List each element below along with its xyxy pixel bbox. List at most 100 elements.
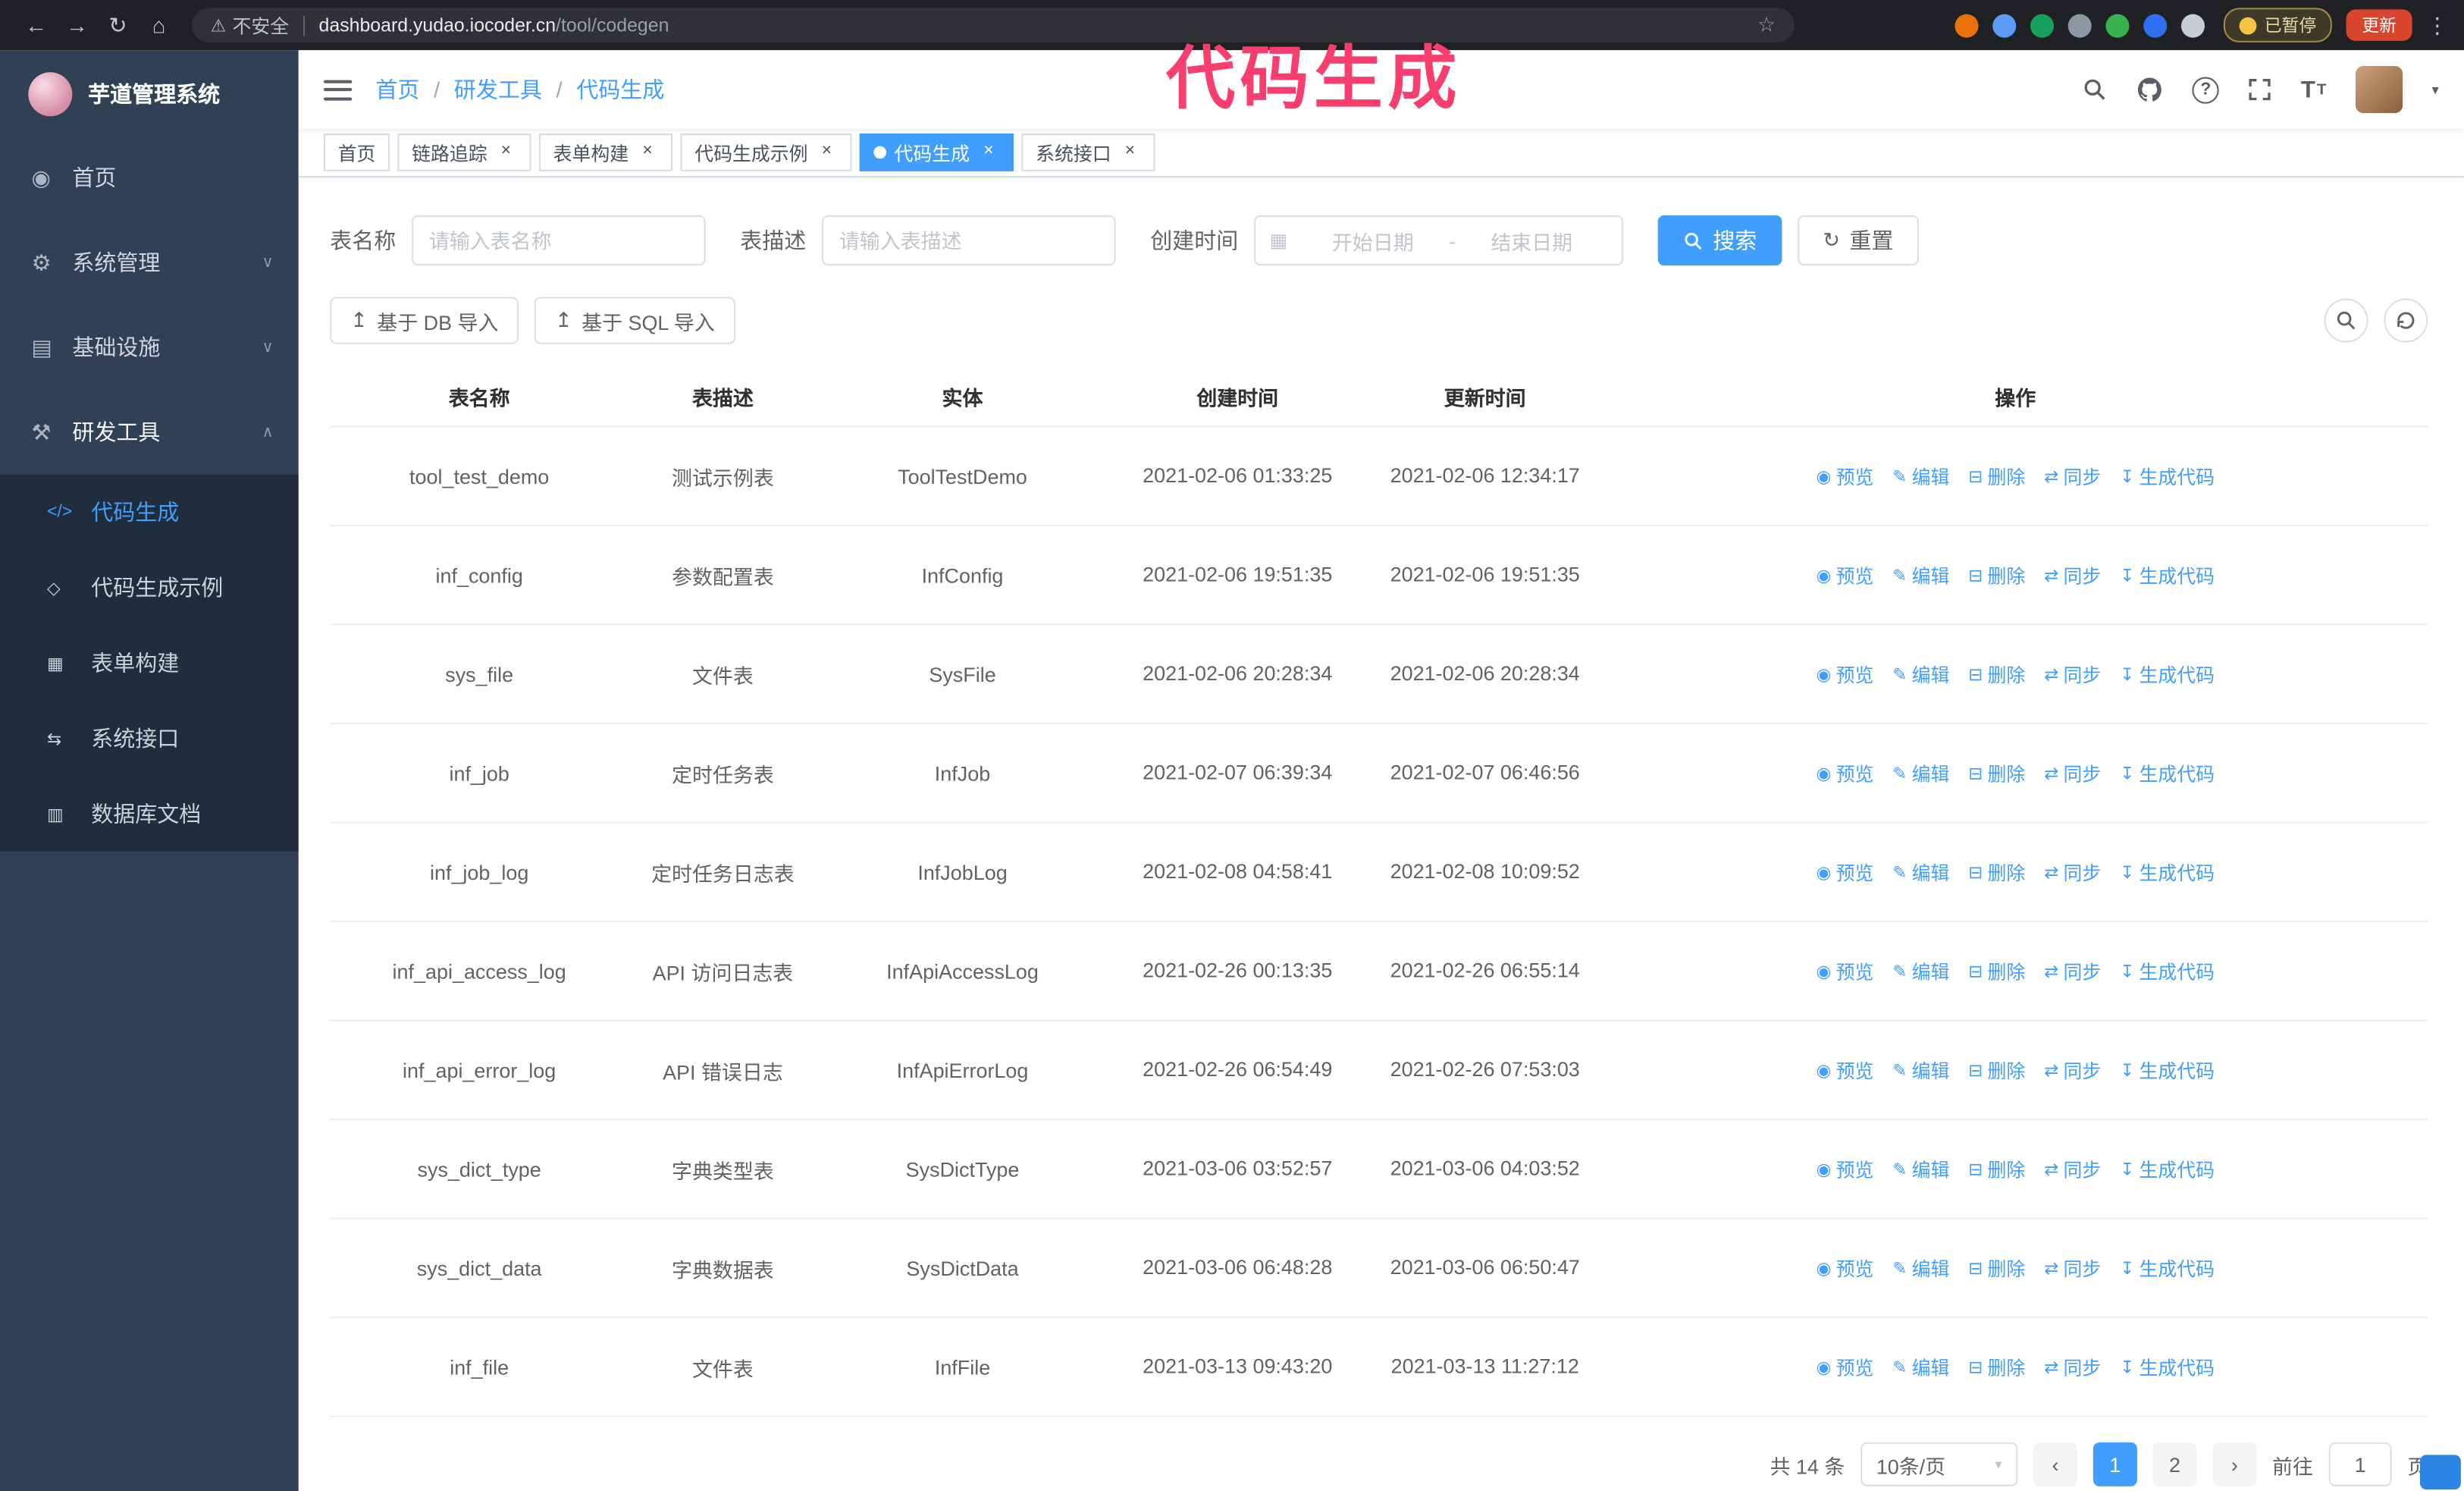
- tab-close-icon[interactable]: ×: [495, 141, 517, 163]
- edit-link[interactable]: ✎ 编辑: [1892, 1354, 1949, 1380]
- delete-link[interactable]: ⊟ 删除: [1968, 1354, 2025, 1380]
- edit-link[interactable]: ✎ 编辑: [1892, 1156, 1949, 1182]
- delete-link[interactable]: ⊟ 删除: [1968, 760, 2025, 786]
- generate-code-link[interactable]: ↧ 生成代码: [2120, 1156, 2215, 1182]
- sidebar-item-infrastructure[interactable]: ▤ 基础设施 ∨: [0, 305, 299, 390]
- browser-update-button[interactable]: 更新: [2346, 9, 2412, 41]
- generate-code-link[interactable]: ↧ 生成代码: [2120, 1056, 2215, 1083]
- edit-link[interactable]: ✎ 编辑: [1892, 859, 1949, 885]
- page-button-1[interactable]: 1: [2093, 1442, 2137, 1486]
- browser-menu-icon[interactable]: ⋮: [2426, 12, 2448, 39]
- breadcrumb-home[interactable]: 首页: [375, 74, 419, 105]
- extension-icon-7[interactable]: [2180, 13, 2205, 37]
- generate-code-link[interactable]: ↧ 生成代码: [2120, 661, 2215, 687]
- help-icon[interactable]: ?: [2192, 76, 2220, 103]
- page-button-2[interactable]: 2: [2152, 1442, 2197, 1486]
- edit-link[interactable]: ✎ 编辑: [1892, 958, 1949, 984]
- sidebar-subitem-system-api[interactable]: ⇆ 系统接口: [0, 701, 299, 776]
- preview-link[interactable]: ◉ 预览: [1816, 958, 1873, 984]
- preview-link[interactable]: ◉ 预览: [1816, 463, 1873, 489]
- preview-link[interactable]: ◉ 预览: [1816, 1254, 1873, 1281]
- sync-link[interactable]: ⇄ 同步: [2044, 661, 2101, 687]
- edit-link[interactable]: ✎ 编辑: [1892, 562, 1949, 589]
- delete-link[interactable]: ⊟ 删除: [1968, 661, 2025, 687]
- generate-code-link[interactable]: ↧ 生成代码: [2120, 1254, 2215, 1281]
- sync-link[interactable]: ⇄ 同步: [2044, 1056, 2101, 1083]
- delete-link[interactable]: ⊟ 删除: [1968, 958, 2025, 984]
- sidebar-collapse-icon[interactable]: [323, 79, 353, 100]
- tab-tracing[interactable]: 链路追踪 ×: [397, 133, 531, 171]
- bookmark-star-icon[interactable]: ☆: [1757, 13, 1776, 38]
- app-logo[interactable]: 芋道管理系统: [0, 50, 299, 135]
- back-icon[interactable]: ←: [16, 13, 57, 38]
- delete-link[interactable]: ⊟ 删除: [1968, 1056, 2025, 1083]
- delete-link[interactable]: ⊟ 删除: [1968, 463, 2025, 489]
- sync-link[interactable]: ⇄ 同步: [2044, 859, 2101, 885]
- sync-link[interactable]: ⇄ 同步: [2044, 562, 2101, 589]
- delete-link[interactable]: ⊟ 删除: [1968, 1156, 2025, 1182]
- tab-close-icon[interactable]: ×: [977, 141, 999, 163]
- edit-link[interactable]: ✎ 编辑: [1892, 1056, 1949, 1083]
- tab-codegen-example[interactable]: 代码生成示例 ×: [680, 133, 852, 171]
- import-db-button[interactable]: ↥ 基于 DB 导入: [330, 297, 519, 344]
- user-avatar[interactable]: [2356, 66, 2404, 114]
- sync-link[interactable]: ⇄ 同步: [2044, 760, 2101, 786]
- toggle-search-button[interactable]: [2324, 298, 2368, 343]
- next-page-button[interactable]: ›: [2212, 1442, 2257, 1486]
- table-name-input[interactable]: [412, 215, 706, 266]
- sidebar-subitem-db-doc[interactable]: ▥ 数据库文档: [0, 776, 299, 851]
- delete-link[interactable]: ⊟ 删除: [1968, 1254, 2025, 1281]
- sidebar-subitem-codegen-example[interactable]: ◇ 代码生成示例: [0, 550, 299, 625]
- floating-widget-button[interactable]: [2419, 1455, 2461, 1489]
- search-button[interactable]: 搜索: [1657, 215, 1782, 266]
- extension-icon-2[interactable]: [1992, 13, 2017, 37]
- extension-icon-1[interactable]: [1955, 13, 1979, 37]
- page-size-select[interactable]: 10条/页 ▾: [1861, 1442, 2018, 1486]
- table-desc-input[interactable]: [822, 215, 1116, 266]
- preview-link[interactable]: ◉ 预览: [1816, 1354, 1873, 1380]
- reload-icon[interactable]: ↻: [98, 12, 139, 39]
- fullscreen-icon[interactable]: [2247, 77, 2272, 102]
- sync-link[interactable]: ⇄ 同步: [2044, 1156, 2101, 1182]
- edit-link[interactable]: ✎ 编辑: [1892, 661, 1949, 687]
- edit-link[interactable]: ✎ 编辑: [1892, 463, 1949, 489]
- tab-close-icon[interactable]: ×: [1119, 141, 1141, 163]
- sidebar-subitem-codegen[interactable]: </> 代码生成: [0, 475, 299, 550]
- forward-icon[interactable]: →: [57, 13, 98, 38]
- prev-page-button[interactable]: ‹: [2033, 1442, 2078, 1486]
- goto-page-input[interactable]: [2328, 1442, 2392, 1486]
- preview-link[interactable]: ◉ 预览: [1816, 1056, 1873, 1083]
- refresh-button[interactable]: [2384, 298, 2428, 343]
- home-icon[interactable]: ⌂: [138, 13, 179, 38]
- sync-link[interactable]: ⇄ 同步: [2044, 463, 2101, 489]
- preview-link[interactable]: ◉ 预览: [1816, 661, 1873, 687]
- sidebar-item-devtools[interactable]: ⚒ 研发工具 ∧: [0, 390, 299, 475]
- font-size-icon[interactable]: TT: [2301, 76, 2328, 102]
- delete-link[interactable]: ⊟ 删除: [1968, 859, 2025, 885]
- tab-form-builder[interactable]: 表单构建 ×: [539, 133, 673, 171]
- tab-close-icon[interactable]: ×: [637, 141, 659, 163]
- edit-link[interactable]: ✎ 编辑: [1892, 760, 1949, 786]
- sidebar-item-home[interactable]: ◉ 首页: [0, 135, 299, 220]
- breadcrumb-devtools[interactable]: 研发工具: [454, 74, 542, 105]
- sync-link[interactable]: ⇄ 同步: [2044, 1354, 2101, 1380]
- generate-code-link[interactable]: ↧ 生成代码: [2120, 562, 2215, 589]
- extension-icon-6[interactable]: [2143, 13, 2168, 37]
- generate-code-link[interactable]: ↧ 生成代码: [2120, 760, 2215, 786]
- import-sql-button[interactable]: ↥ 基于 SQL 导入: [534, 297, 735, 344]
- avatar-caret-icon[interactable]: ▾: [2431, 81, 2438, 99]
- address-bar[interactable]: ⚠ 不安全 dashboard.yudao.iocoder.cn /tool/c…: [191, 8, 1795, 42]
- extension-icon-4[interactable]: [2067, 13, 2092, 37]
- tab-close-icon[interactable]: ×: [816, 141, 838, 163]
- edit-link[interactable]: ✎ 编辑: [1892, 1254, 1949, 1281]
- generate-code-link[interactable]: ↧ 生成代码: [2120, 859, 2215, 885]
- date-range-picker[interactable]: ▦ 开始日期 - 结束日期: [1254, 215, 1624, 266]
- sidebar-item-system[interactable]: ⚙ 系统管理 ∨: [0, 220, 299, 305]
- preview-link[interactable]: ◉ 预览: [1816, 760, 1873, 786]
- extension-icon-3[interactable]: [2030, 13, 2055, 37]
- extension-icon-5[interactable]: [2105, 13, 2130, 37]
- tab-system-api[interactable]: 系统接口 ×: [1021, 133, 1155, 171]
- tab-codegen[interactable]: 代码生成 ×: [859, 133, 1014, 171]
- delete-link[interactable]: ⊟ 删除: [1968, 562, 2025, 589]
- sync-link[interactable]: ⇄ 同步: [2044, 958, 2101, 984]
